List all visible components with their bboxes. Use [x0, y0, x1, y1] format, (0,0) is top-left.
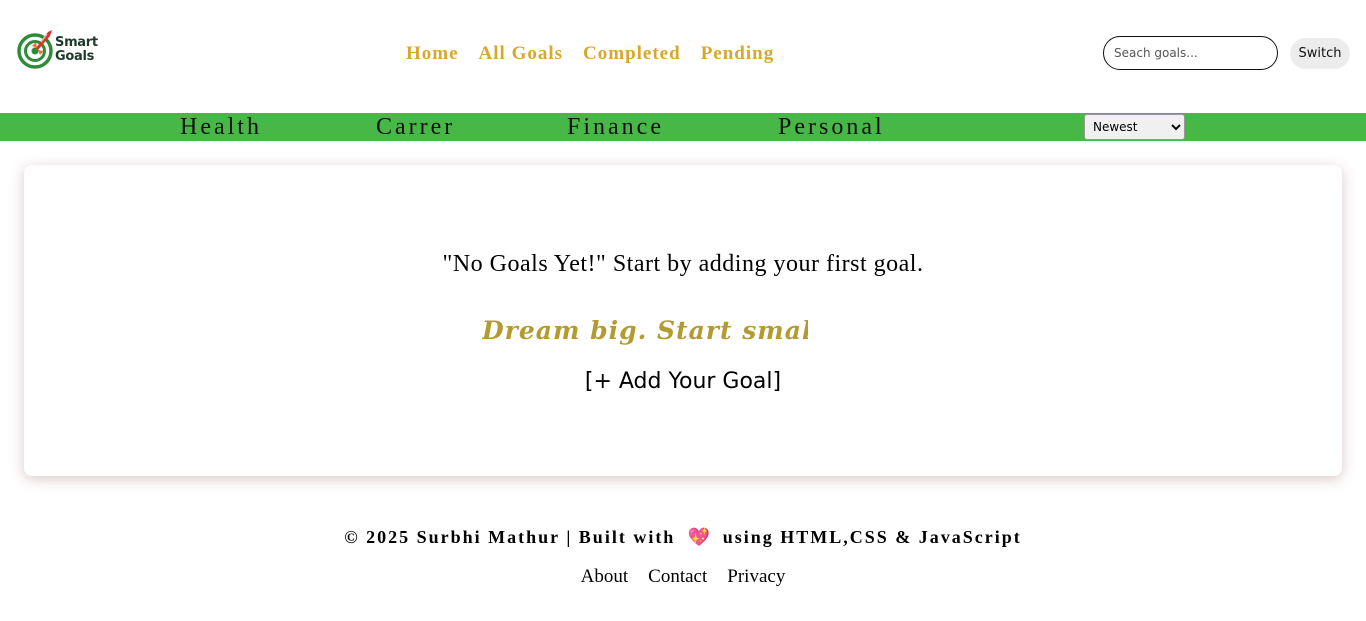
- tagline: Dream big. Start small. Ac: [482, 316, 808, 345]
- footer-links: About Contact Privacy: [0, 566, 1366, 588]
- sort-select[interactable]: Newest: [1084, 114, 1185, 140]
- nav-completed[interactable]: Completed: [573, 41, 691, 67]
- logo-text-line1: Smart: [55, 35, 98, 50]
- nav-all-goals[interactable]: All Goals: [469, 41, 573, 67]
- rocket-target-icon: [17, 30, 53, 69]
- footer-link-privacy[interactable]: Privacy: [727, 566, 785, 588]
- logo[interactable]: Smart Goals: [17, 28, 107, 70]
- main-nav: Home All Goals Completed Pending: [396, 41, 784, 67]
- goals-card: "No Goals Yet!" Start by adding your fir…: [24, 165, 1342, 476]
- search-input[interactable]: [1103, 36, 1278, 70]
- add-goal-container: [+ Add Your Goal]: [24, 369, 1342, 394]
- category-career[interactable]: Carrer: [376, 113, 455, 141]
- tagline-container: Dream big. Start small. Ac: [482, 311, 808, 351]
- category-finance[interactable]: Finance: [567, 113, 664, 141]
- empty-state-message: "No Goals Yet!" Start by adding your fir…: [442, 251, 924, 277]
- nav-home[interactable]: Home: [396, 41, 469, 67]
- header: Smart Goals Home All Goals Completed Pen…: [0, 0, 1366, 113]
- logo-text-line2: Goals: [55, 49, 95, 64]
- logo-text: Smart Goals: [55, 36, 98, 64]
- add-goal-button[interactable]: [+ Add Your Goal]: [585, 369, 781, 394]
- category-personal[interactable]: Personal: [778, 113, 885, 141]
- footer-copyright-left: © 2025 Surbhi Mathur | Built with: [344, 527, 676, 547]
- footer-copyright-right: using HTML,CSS & JavaScript: [722, 527, 1022, 547]
- switch-button[interactable]: Switch: [1290, 38, 1350, 69]
- nav-pending[interactable]: Pending: [691, 41, 785, 67]
- footer-link-contact[interactable]: Contact: [648, 566, 707, 588]
- heart-icon: 💖: [687, 527, 711, 547]
- category-health[interactable]: Health: [180, 113, 262, 141]
- footer-copyright: © 2025 Surbhi Mathur | Built with 💖 usin…: [0, 527, 1366, 548]
- footer-link-about[interactable]: About: [581, 566, 629, 588]
